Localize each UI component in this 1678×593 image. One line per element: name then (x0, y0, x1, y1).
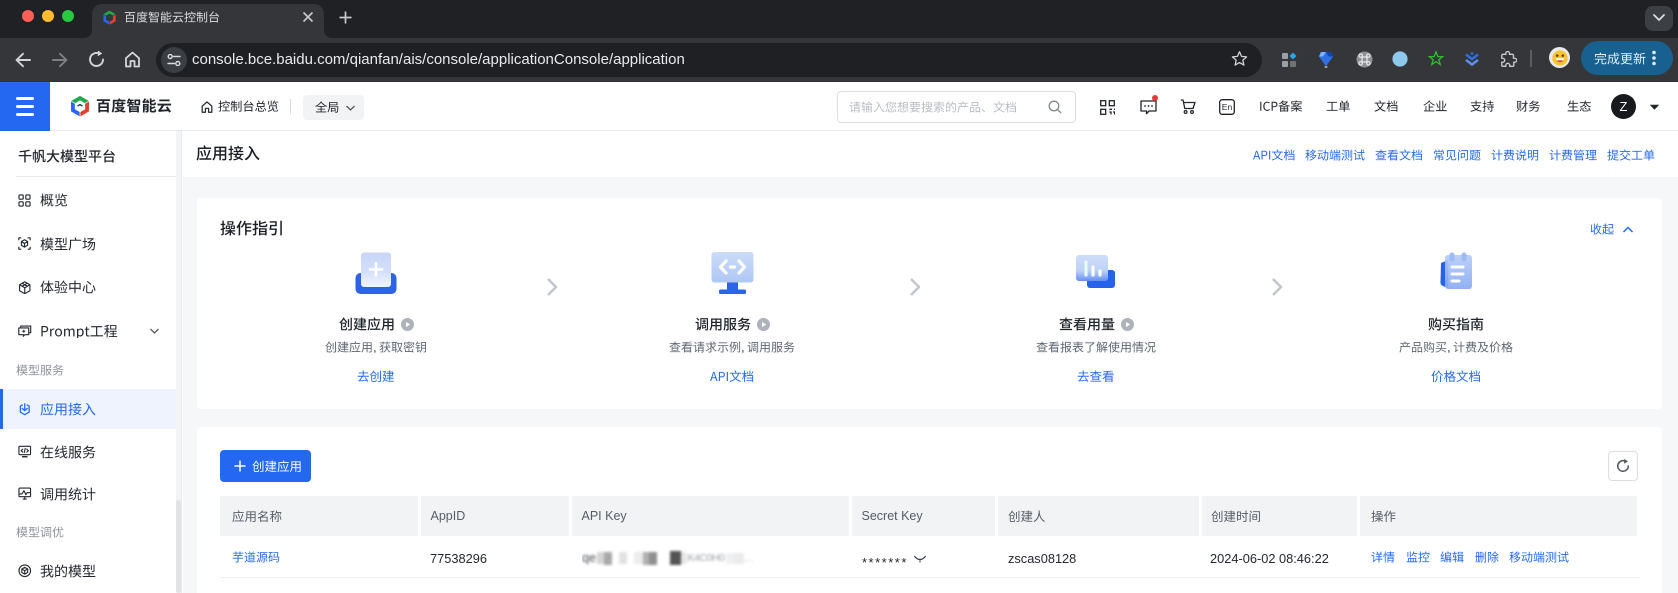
svg-text:En: En (1222, 102, 1233, 112)
